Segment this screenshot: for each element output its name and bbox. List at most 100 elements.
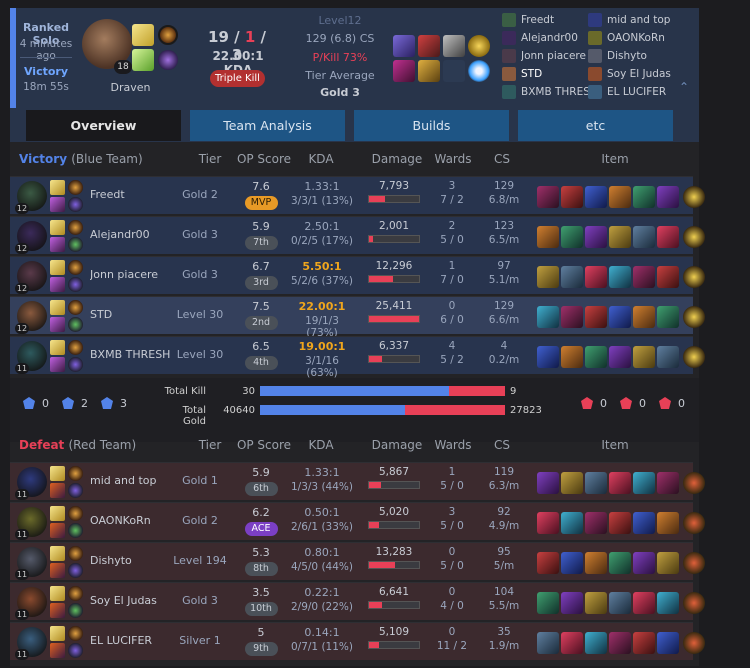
damage-value: 6,641 [378,586,410,598]
wards-placed-killed: 11 / 2 [436,640,468,652]
player-name[interactable]: Jonn piacere [90,268,170,281]
participant-name[interactable]: Soy El Judas [607,68,671,80]
secondary-rune-icon [68,197,83,212]
player-tier: Gold 3 [182,228,218,241]
player-name[interactable]: mid and top [90,474,170,487]
player-row[interactable]: 11 OAONKoRn Gold 2 6.2 ACE 0.50:1 2/6/1 (3… [10,502,705,540]
kda-ratio: 2.50:1 [304,220,340,233]
empty-item-slot [443,60,465,82]
item-icon [633,472,655,494]
op-rank-badge: 9th [244,642,278,656]
champion-icon[interactable]: 11 [15,587,47,620]
champion-icon[interactable]: 11 [15,341,47,374]
chevron-up-icon[interactable]: ⌃ [675,80,693,98]
item-build [537,266,707,288]
damage: 12,296 [368,260,420,283]
champion-icon[interactable]: 12 [15,261,47,294]
col-item: Item [601,152,629,166]
player-row[interactable]: 12 STD Level 30 7.5 2nd 22.00:1 19/1/3 (73… [10,296,705,339]
player-kda: 0.80:1 4/5/0 (44%) [288,546,356,573]
summoner-spell-icon [50,260,65,275]
match-header[interactable]: Ranked Solo 4 minutes ago Victory 18m 55… [10,8,699,108]
player-row[interactable]: 12 Jonn piacere Gold 3 6.7 3rd 5.50:1 5/2/… [10,256,705,294]
participant-name[interactable]: Alejandr00 [521,32,578,44]
cs: 129 6.8/m [476,180,532,206]
participant-name[interactable]: STD [521,68,542,80]
player-name[interactable]: EL LUCIFER [90,634,170,647]
player-row[interactable]: 11 Dishyto Level 194 5.3 8th 0.80:1 4/5/0 … [10,542,705,580]
participant-name[interactable]: Freedt [521,14,554,26]
cs-stat: 129 (6.8) CS [305,32,375,45]
item-icon [609,186,631,208]
summoner-spell-icon [50,483,65,498]
blue-kill-bar [260,386,449,396]
player-row[interactable]: 12 Alejandr00 Gold 3 5.9 7th 2.50:1 0/2/5 … [10,216,705,254]
ward-trinket-icon [683,472,705,494]
player-name[interactable]: STD [90,308,170,321]
champion-icon[interactable]: 12 [15,181,47,214]
participant-item[interactable]: EL LUCIFER [588,83,750,101]
participant-item[interactable]: OAONKoRn [588,29,750,47]
kda-ratio: 1.33:1 [304,466,340,479]
damage-bar [368,355,420,363]
item-icon [393,35,415,57]
item-build [537,632,707,654]
wards-placed-killed: 5 / 0 [440,480,464,492]
champion-icon[interactable]: 11 [15,507,47,540]
op-score-value: 7.5 [252,300,270,313]
secondary-rune-icon [158,50,178,70]
primary-rune-icon [68,340,83,355]
player-row[interactable]: 11 Soy El Judas Gold 3 3.5 10th 0.22:1 2/9… [10,582,705,620]
player-name[interactable]: Freedt [90,188,170,201]
participant-item[interactable]: mid and top [588,11,750,29]
champion-icon [502,31,516,45]
participant-name[interactable]: mid and top [607,14,670,26]
tab-etc[interactable]: etc [518,110,673,141]
red-total-kill: 9 [510,386,517,397]
op-score: 7.5 2nd [230,300,292,330]
player-row[interactable]: 11 BXMB THRESH Level 30 6.5 4th 19.00:1 3/… [10,336,705,379]
participant-name[interactable]: EL LUCIFER [607,86,666,98]
tab-builds[interactable]: Builds [354,110,509,141]
participant-item[interactable]: Soy El Judas [588,65,750,83]
champion-name: Draven [110,81,151,94]
player-name[interactable]: Alejandr00 [90,228,170,241]
item-icon [585,226,607,248]
objective-count: 3 [120,396,127,410]
player-name[interactable]: OAONKoRn [90,514,170,527]
champion-icon[interactable]: 11 [15,627,47,660]
item-icon [657,592,679,614]
participant-name[interactable]: BXMB THRESH [521,86,598,98]
summoner-spell-icon [50,506,65,521]
player-row[interactable]: 11 mid and top Gold 1 5.9 6th 1.33:1 1/3/3… [10,462,705,500]
tab-bar: Overview Team Analysis Builds etc [10,108,699,142]
primary-rune-icon [68,466,83,481]
champion-icon[interactable]: 11 [15,467,47,500]
champion-icon [588,85,602,99]
player-row[interactable]: 12 Freedt Gold 2 7.6 MVP 1.33:1 3/3/1 (13%… [10,176,705,214]
participant-item[interactable]: Dishyto [588,47,750,65]
champion-icon[interactable]: 11 [15,547,47,580]
participant-name[interactable]: OAONKoRn [607,32,665,44]
player-name[interactable]: BXMB THRESH [90,348,170,361]
baron-icon [23,397,35,409]
player-name[interactable]: Soy El Judas [90,594,170,607]
cs: 119 6.3/m [476,466,532,492]
player-row[interactable]: 11 EL LUCIFER Silver 1 5 9th 0.14:1 0/7/1 … [10,622,705,660]
participant-name[interactable]: Dishyto [607,50,647,62]
player-name[interactable]: Dishyto [90,554,170,567]
champion-icon[interactable]: 12 [15,301,47,334]
tab-overview[interactable]: Overview [26,110,181,141]
flash-spell-icon [132,24,154,46]
damage-bar [368,235,420,243]
cs: 129 6.6/m [476,300,532,326]
item-icon [633,512,655,534]
tab-team-analysis[interactable]: Team Analysis [190,110,345,141]
item-icon [585,632,607,654]
champion-icon[interactable]: 12 [15,221,47,254]
player-kda: 2.50:1 0/2/5 (17%) [288,220,356,247]
player-kda: 22.00:1 19/1/3 (73%) [288,300,356,339]
summoner-spell-icon [50,277,65,292]
participant-name[interactable]: Jonn piacere [521,50,586,62]
item-icon [657,346,679,368]
